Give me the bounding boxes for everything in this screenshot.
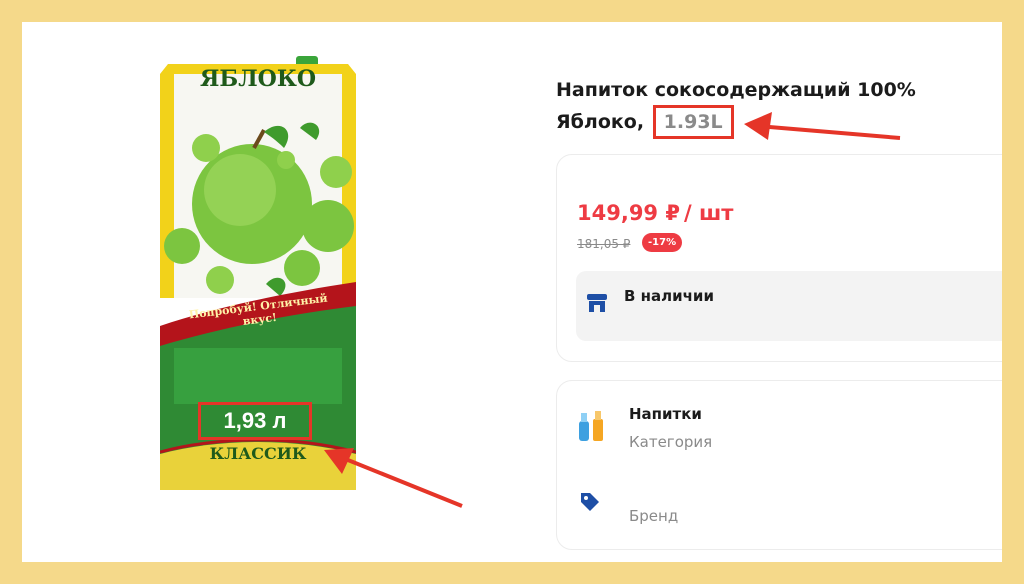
old-price: 181,05 ₽ — [577, 237, 631, 251]
product-title-main: Напиток сокосодержащий 100% Яблоко, — [556, 79, 916, 133]
current-price: 149,99 ₽ / шт — [577, 201, 733, 225]
availability-label: В наличии — [624, 287, 714, 305]
price-card: 149,99 ₽ / шт 181,05 ₽ -17% В наличии — [556, 154, 1002, 362]
package-volume-highlight: 1,93 л — [198, 402, 312, 440]
availability-box[interactable]: В наличии — [576, 271, 1002, 341]
product-image: ЯБЛОКО Попробуй! Отличный вкус! 1,93 л К… — [160, 56, 356, 490]
product-info-card: Напитки Категория Бренд — [556, 380, 1002, 550]
price-value: 149,99 ₽ — [577, 201, 680, 225]
product-title-volume: 1.93L — [652, 105, 734, 139]
price-unit: / шт — [683, 201, 734, 225]
tag-icon — [581, 493, 599, 511]
product-title: Напиток сокосодержащий 100% Яблоко, 1.93… — [556, 76, 986, 139]
discount-badge: -17% — [642, 233, 683, 252]
drinks-icon — [579, 411, 603, 441]
package-brand-text: ЯБЛОКО — [200, 66, 316, 92]
package-line-text: КЛАССИК — [209, 444, 307, 463]
category-label: Категория — [629, 433, 713, 451]
screenshot-frame: ЯБЛОКО Попробуй! Отличный вкус! 1,93 л К… — [22, 22, 1002, 562]
category-value[interactable]: Напитки — [629, 405, 702, 423]
store-icon — [587, 294, 607, 312]
brand-label: Бренд — [629, 507, 679, 525]
